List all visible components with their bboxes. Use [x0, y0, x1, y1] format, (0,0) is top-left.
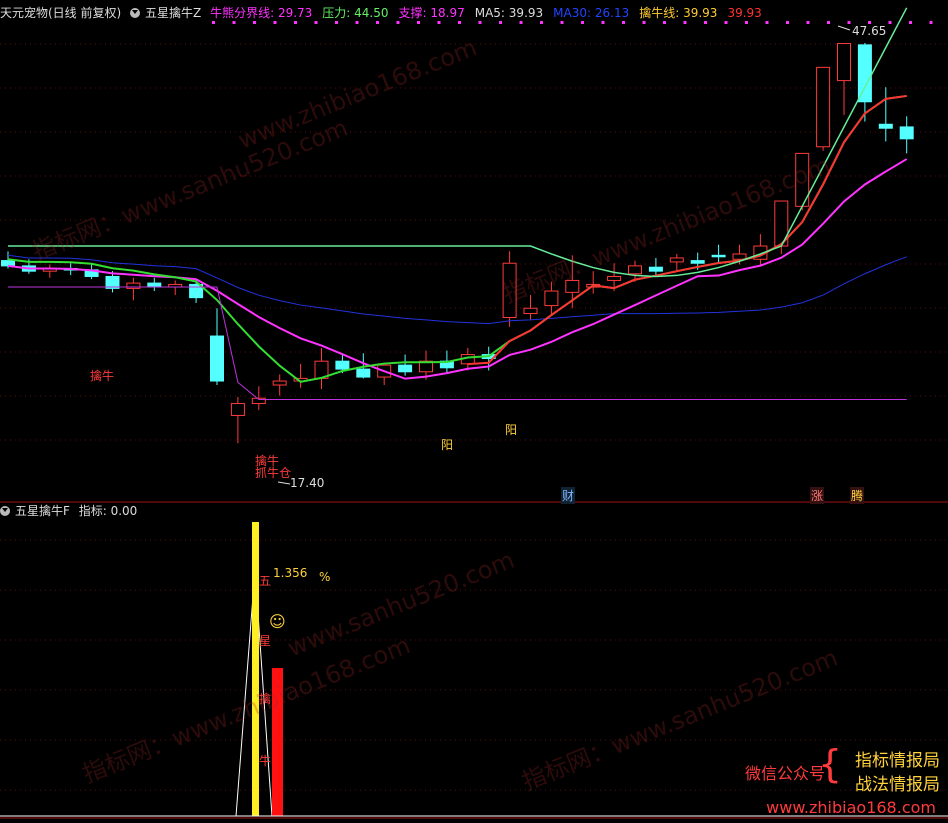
low-price-arrow	[277, 481, 291, 485]
signal-dot	[417, 21, 420, 24]
smiley-icon: ☺	[269, 612, 286, 631]
promo-brace: {	[817, 742, 842, 786]
signal-dot	[335, 21, 338, 24]
stock-chart[interactable]	[0, 0, 948, 823]
sub-chart-header: 五星擒牛F 指标: 0.00	[0, 503, 142, 519]
zhua-niu-cang-mark: 抓牛仓	[255, 466, 292, 480]
signal-dot	[642, 21, 646, 24]
candle-body	[126, 282, 141, 289]
candle-body	[356, 368, 371, 378]
candle-body	[899, 126, 914, 140]
promo-url[interactable]: www.zhibiao168.com	[766, 798, 936, 817]
candle-body	[648, 266, 663, 272]
candle-body	[816, 66, 831, 148]
star-mark-niu: 牛	[259, 754, 272, 768]
signal-dot	[622, 21, 625, 24]
star-mark-qin: 擒	[259, 692, 272, 706]
signal-dot	[581, 21, 584, 24]
yang-mark-2: 阳	[505, 423, 518, 437]
candle-body	[502, 262, 517, 318]
signal-dot	[909, 21, 912, 24]
signal-dot	[396, 21, 400, 24]
candle-body	[272, 380, 287, 386]
bull-bear-line	[7, 158, 908, 380]
teng-badge: 腾	[850, 487, 865, 504]
signal-dot	[806, 21, 810, 24]
candle-body	[669, 257, 684, 263]
signal-dot	[519, 21, 523, 24]
sub-indicator-label: 指标:	[78, 504, 111, 518]
candle-body	[878, 123, 893, 129]
candle-body	[711, 254, 726, 258]
signal-dot	[232, 21, 236, 24]
signal-dot	[663, 21, 666, 24]
candle-body	[628, 265, 642, 275]
candle-body	[607, 275, 622, 281]
percent-sign: %	[319, 570, 331, 584]
support-line	[8, 286, 907, 401]
high-price-arrow	[837, 25, 851, 31]
signal-dot	[478, 21, 482, 24]
qinniu-mark: 擒牛	[90, 369, 115, 383]
candle-body	[210, 335, 224, 382]
signal-dot	[376, 21, 379, 24]
candle-body	[837, 43, 851, 82]
dropdown-icon[interactable]	[0, 506, 10, 516]
signal-dot	[253, 21, 256, 24]
promo-wechat: 微信公众号	[744, 764, 825, 783]
indicator-yellow-bar	[252, 522, 259, 816]
candle-body	[565, 279, 580, 293]
candle-body	[544, 290, 559, 307]
green-trend-line	[7, 94, 907, 383]
signal-dot	[540, 21, 543, 24]
sub-indicator-value: 0.00	[110, 504, 138, 518]
pressure-line	[8, 7, 908, 278]
signal-dot	[786, 21, 789, 24]
zhang-badge: 涨	[810, 487, 825, 504]
candle-body	[690, 260, 705, 264]
signal-dot	[355, 21, 359, 24]
signal-dot	[458, 21, 461, 24]
candle-body	[1, 260, 15, 267]
signal-dot	[847, 21, 851, 24]
ma30-line	[7, 254, 907, 325]
signal-dot	[724, 21, 728, 24]
percent-value: 1.356	[273, 566, 308, 580]
high-price-label: 47.65	[852, 24, 887, 38]
signal-dot	[212, 21, 215, 24]
signal-dot	[601, 21, 605, 24]
signal-dot	[888, 21, 892, 24]
low-price-label: 17.40	[290, 476, 325, 490]
candle-body	[398, 364, 413, 373]
signal-dot	[929, 21, 933, 24]
signal-dot	[745, 21, 748, 24]
signal-dot	[765, 21, 769, 24]
star-mark-xing: 星	[259, 634, 272, 648]
signal-dot	[560, 21, 564, 24]
indicator-red-bar	[272, 668, 283, 816]
candle-body	[335, 360, 350, 370]
candle-body	[230, 403, 245, 416]
signal-dot	[314, 21, 318, 24]
candle-body	[857, 44, 872, 103]
promo-line2: 战法情报局	[855, 775, 940, 795]
candle-body	[523, 307, 538, 315]
promo-line1: 指标情报局	[855, 751, 940, 771]
signal-dot	[499, 21, 502, 24]
sub-indicator-name[interactable]: 五星擒牛F	[15, 504, 70, 518]
signal-dot	[437, 21, 441, 24]
yang-mark-1: 阳	[441, 438, 454, 452]
qinniu-line	[467, 94, 907, 366]
signal-dot	[683, 21, 687, 24]
signal-dot	[827, 21, 830, 24]
signal-dot	[704, 21, 707, 24]
cai-badge: 财	[561, 487, 576, 504]
star-mark-wu: 五	[259, 574, 272, 588]
signal-dot	[273, 21, 277, 24]
candle-body	[147, 282, 162, 288]
signal-dot	[294, 21, 297, 24]
